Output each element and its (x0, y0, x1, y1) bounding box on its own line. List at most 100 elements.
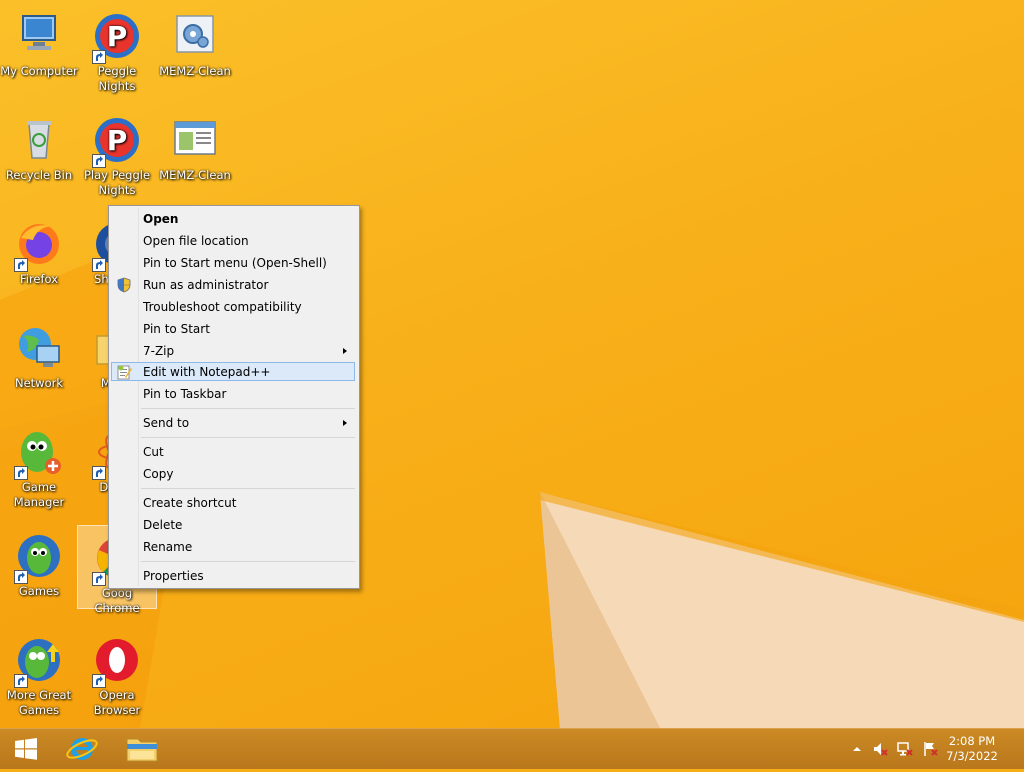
shortcut-arrow-icon (92, 466, 106, 480)
menu-separator (141, 437, 355, 438)
desktop-icon-memz-clean-2[interactable]: MEMZ-Clean (156, 108, 234, 183)
desktop-icon-network[interactable]: Network (0, 316, 78, 391)
menu-item-pin-to-taskbar[interactable]: Pin to Taskbar (111, 384, 355, 404)
opera-icon (91, 634, 143, 688)
clock-date: 7/3/2022 (946, 749, 998, 763)
action-center-flag-icon[interactable] (922, 741, 938, 757)
menu-item-delete[interactable]: Delete (111, 515, 355, 535)
recycle-bin-icon (13, 114, 65, 166)
peggle-icon: P (91, 114, 143, 168)
games-icon (13, 530, 65, 584)
desktop-icon-more-great-games[interactable]: More Great Games (0, 628, 78, 718)
menu-item-open[interactable]: Open (111, 209, 355, 229)
menu-item-label: Pin to Start (143, 322, 210, 336)
icon-label: Game Manager (13, 480, 65, 509)
internet-explorer-icon (66, 738, 98, 760)
shortcut-arrow-icon (92, 674, 106, 688)
start-button[interactable] (4, 729, 48, 769)
clock[interactable]: 2:08 PM 7/3/2022 (942, 734, 1002, 764)
menu-item-label: Rename (143, 540, 193, 554)
desktop-icon-games[interactable]: Games (0, 524, 78, 599)
menu-separator (141, 488, 355, 489)
menu-item-send-to[interactable]: Send to (111, 413, 355, 433)
menu-item-run-as-administrator[interactable]: Run as administrator (111, 275, 355, 295)
uac-shield-icon (116, 277, 132, 293)
icon-label: Play Peggle Nights (83, 168, 151, 197)
shortcut-arrow-icon (92, 258, 106, 272)
windows-logo-icon (15, 738, 37, 760)
shortcut-arrow-icon (14, 570, 28, 584)
menu-item-pin-to-start[interactable]: Pin to Start (111, 319, 355, 339)
menu-item-label: Pin to Start menu (Open-Shell) (143, 256, 327, 270)
network-icon (13, 322, 65, 374)
menu-item-troubleshoot-compatibility[interactable]: Troubleshoot compatibility (111, 297, 355, 317)
svg-text:P: P (107, 20, 128, 53)
game-manager-icon (13, 426, 65, 480)
network-status-icon[interactable] (897, 741, 913, 757)
desktop-icon-firefox[interactable]: Firefox (0, 212, 78, 287)
desktop-icon-game-manager[interactable]: Game Manager (0, 420, 78, 510)
firefox-icon (13, 218, 65, 272)
shortcut-arrow-icon (14, 674, 28, 688)
menu-item-label: Open file location (143, 234, 249, 248)
menu-item-label: Properties (143, 569, 204, 583)
menu-item-label: Edit with Notepad++ (143, 365, 271, 379)
icon-label: MEMZ-Clean (159, 64, 231, 78)
desktop-icon-opera-browser[interactable]: Opera Browser (78, 628, 156, 718)
menu-item-7zip[interactable]: 7-Zip (111, 341, 355, 361)
shortcut-arrow-icon (92, 50, 106, 64)
menu-item-copy[interactable]: Copy (111, 464, 355, 484)
clock-time: 2:08 PM (948, 734, 996, 748)
file-explorer-icon (126, 738, 158, 762)
shortcut-arrow-icon (92, 154, 106, 168)
menu-item-label: Run as administrator (143, 278, 269, 292)
icon-label: Opera Browser (93, 688, 141, 717)
menu-item-label: Troubleshoot compatibility (143, 300, 302, 314)
menu-item-label: Delete (143, 518, 183, 532)
more-games-icon (13, 634, 65, 688)
shortcut-arrow-icon (14, 258, 28, 272)
desktop-icon-recycle-bin[interactable]: Recycle Bin (0, 108, 78, 183)
menu-item-label: Create shortcut (143, 496, 237, 510)
icon-label: Firefox (19, 272, 59, 286)
peggle-icon: P (91, 10, 143, 64)
desktop-icon-memz-clean-1[interactable]: MEMZ-Clean (156, 4, 234, 79)
taskbar: 2:08 PM 7/3/2022 (0, 728, 1024, 769)
context-menu: Open Open file location Pin to Start men… (108, 205, 360, 589)
submenu-arrow-icon (343, 348, 347, 354)
volume-muted-icon[interactable] (872, 741, 888, 757)
icon-label: Recycle Bin (5, 168, 73, 182)
taskbar-file-explorer[interactable] (118, 729, 166, 769)
svg-text:P: P (107, 124, 128, 157)
menu-item-edit-with-notepadpp[interactable]: Edit with Notepad++ (111, 362, 355, 381)
desktop-icon-peggle-nights[interactable]: P Peggle Nights (78, 4, 156, 94)
desktop-icon-my-computer[interactable]: My Computer (0, 4, 78, 79)
desktop-icon-play-peggle-nights[interactable]: P Play Peggle Nights (78, 108, 156, 198)
taskbar-internet-explorer[interactable] (58, 729, 106, 769)
menu-item-pin-to-start-menu[interactable]: Pin to Start menu (Open-Shell) (111, 253, 355, 273)
icon-label: Peggle Nights (97, 64, 137, 93)
menu-item-cut[interactable]: Cut (111, 442, 355, 462)
menu-item-label: 7-Zip (143, 344, 175, 358)
show-hidden-icons-button[interactable] (850, 741, 864, 757)
submenu-arrow-icon (343, 420, 347, 426)
menu-item-properties[interactable]: Properties (111, 566, 355, 586)
menu-separator (141, 408, 355, 409)
menu-item-label: Send to (143, 416, 190, 430)
icon-label: My Computer (0, 64, 78, 78)
chevron-up-icon (853, 747, 861, 751)
menu-item-label: Pin to Taskbar (143, 387, 227, 401)
shortcut-arrow-icon (14, 466, 28, 480)
settings-icon (169, 10, 221, 62)
menu-item-create-shortcut[interactable]: Create shortcut (111, 493, 355, 513)
icon-label: Games (18, 584, 60, 598)
window-icon (169, 114, 221, 166)
menu-item-label: Cut (143, 445, 164, 459)
notepadpp-icon (116, 364, 132, 380)
desktop[interactable]: My Computer Recycle Bin Firefox Network … (0, 0, 1024, 728)
menu-item-open-file-location[interactable]: Open file location (111, 231, 355, 251)
menu-item-rename[interactable]: Rename (111, 537, 355, 557)
icon-label: Goog Chrome (94, 586, 140, 615)
menu-item-label: Copy (143, 467, 174, 481)
computer-icon (13, 10, 65, 62)
